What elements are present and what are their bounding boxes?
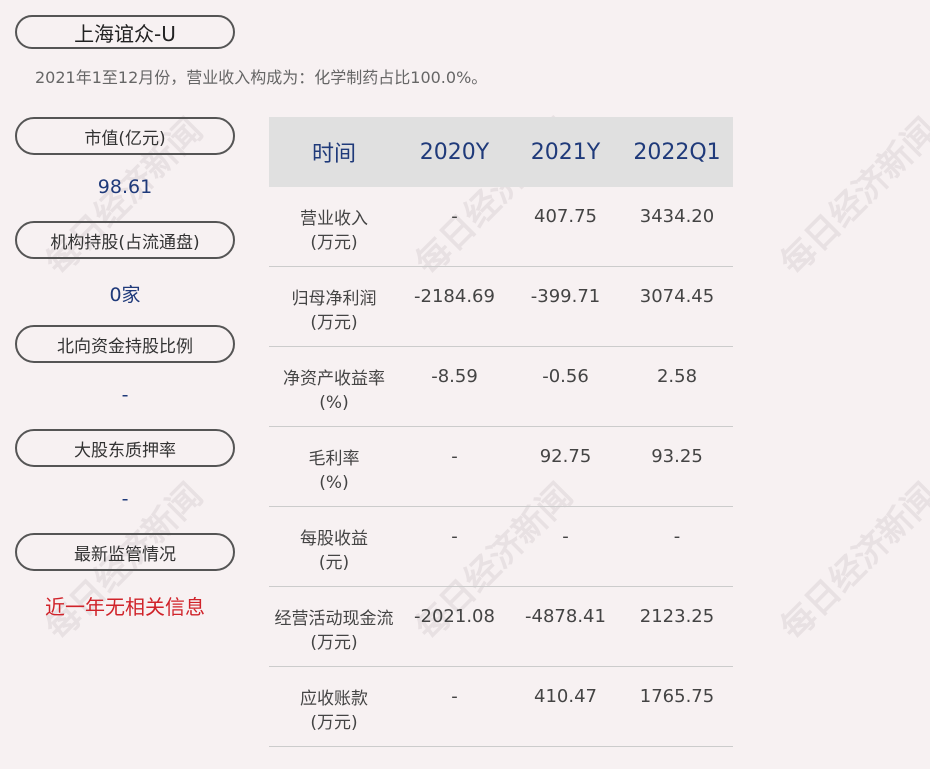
header-cell: 时间 (311, 142, 356, 167)
northbound-ratio-value: - (121, 384, 129, 406)
table-row: 每股收益 (元) - - - (269, 507, 733, 587)
table-cell: 410.47 (534, 686, 597, 707)
table-cell: 2.58 (656, 366, 698, 387)
table-cell: -2184.69 (414, 286, 495, 307)
metric-name: 净资产收益率 (283, 369, 385, 389)
table-cell: 3074.45 (639, 286, 715, 307)
metric-name: 应收账款 (300, 689, 368, 709)
table-row: 经营活动现金流 (万元) -2021.08 -4878.41 2123.25 (269, 587, 733, 667)
watermark: 每日经济新闻 (773, 475, 930, 649)
metric-name: 经营活动现金流 (274, 609, 394, 629)
row-label: 每股收益 (元) (269, 507, 399, 586)
table-cell: - (562, 526, 569, 547)
header-cell: 2021Y (530, 139, 601, 165)
regulation-label: 最新监管情况 (15, 533, 235, 571)
table-cell: - (451, 526, 458, 547)
table-cell: -399.71 (530, 286, 601, 307)
table-cell: 3434.20 (639, 206, 715, 227)
revenue-summary: 2021年1至12月份，营业收入构成为：化学制药占比100.0%。 (35, 68, 488, 87)
watermark: 每日经济新闻 (773, 110, 930, 284)
metric-unit: (万元) (310, 713, 358, 733)
metric-unit: (万元) (310, 233, 358, 253)
table-row: 归母净利润 (万元) -2184.69 -399.71 3074.45 (269, 267, 733, 347)
table-cell: -2021.08 (414, 606, 495, 627)
table-row: 净资产收益率 (%) -8.59 -0.56 2.58 (269, 347, 733, 427)
header-cell: 2020Y (419, 139, 490, 165)
metric-name: 每股收益 (300, 529, 368, 549)
metric-name: 归母净利润 (291, 289, 377, 309)
pledge-ratio-value: - (121, 488, 129, 510)
institution-holding-value: 0家 (109, 284, 141, 306)
row-label: 应收账款 (万元) (269, 667, 399, 746)
table-cell: -8.59 (431, 366, 478, 387)
table-cell: -0.56 (542, 366, 589, 387)
northbound-ratio-label: 北向资金持股比例 (15, 325, 235, 363)
row-label: 营业收入 (万元) (269, 187, 399, 266)
metric-unit: (万元) (310, 633, 358, 653)
market-cap-value: 98.61 (97, 176, 153, 198)
table-cell: - (673, 526, 681, 547)
table-row: 毛利率 (%) - 92.75 93.25 (269, 427, 733, 507)
table-body: 营业收入 (万元) - 407.75 3434.20 归母净利润 (万元) -2184.69 -… (269, 187, 733, 747)
row-label: 毛利率 (%) (269, 427, 399, 506)
table-cell: -4878.41 (525, 606, 606, 627)
metric-name: 营业收入 (300, 209, 368, 229)
table-cell: 407.75 (534, 206, 597, 227)
table-row: 营业收入 (万元) - 407.75 3434.20 (269, 187, 733, 267)
market-cap-label: 市值(亿元) (15, 117, 235, 155)
table-cell: - (451, 686, 458, 707)
table-cell: 1765.75 (639, 686, 715, 707)
table-cell: 2123.25 (639, 606, 715, 627)
institution-holding-label: 机构持股(占流通盘) (15, 221, 235, 259)
table-cell: - (451, 446, 458, 467)
table-header: 时间 2020Y 2021Y 2022Q1 (269, 117, 733, 187)
table-cell: 93.25 (651, 446, 703, 467)
row-label: 归母净利润 (万元) (269, 267, 399, 346)
pledge-ratio-label: 大股东质押率 (15, 429, 235, 467)
table-row: 应收账款 (万元) - 410.47 1765.75 (269, 667, 733, 747)
metric-unit: (%) (319, 393, 349, 413)
row-label: 净资产收益率 (%) (269, 347, 399, 426)
row-label: 经营活动现金流 (万元) (269, 587, 399, 666)
metric-name: 毛利率 (308, 449, 360, 469)
metric-unit: (元) (318, 553, 350, 573)
financial-table: 时间 2020Y 2021Y 2022Q1 营业收入 (万元) - 407.75 343… (269, 117, 733, 747)
metric-unit: (万元) (310, 313, 358, 333)
metric-unit: (%) (319, 473, 349, 493)
header-cell: 2022Q1 (633, 139, 721, 165)
company-name: 上海谊众-U (15, 15, 235, 49)
regulation-value: 近一年无相关信息 (45, 595, 205, 619)
table-cell: 92.75 (539, 446, 592, 467)
table-cell: - (451, 206, 458, 227)
